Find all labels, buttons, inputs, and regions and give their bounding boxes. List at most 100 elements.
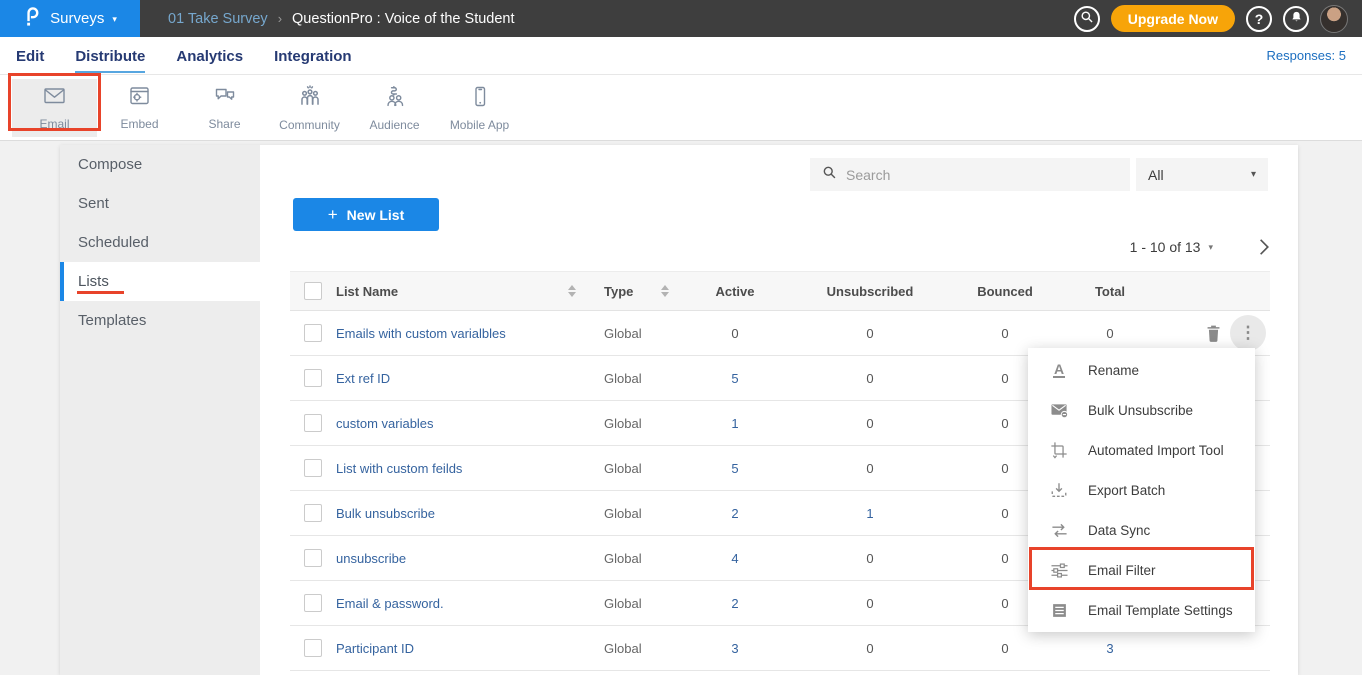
count-value: 0	[1106, 326, 1113, 341]
sort-icon[interactable]	[661, 285, 669, 297]
question-mark-icon: ?	[1255, 11, 1264, 27]
count-value: 0	[1001, 596, 1008, 611]
count-value[interactable]: 2	[731, 506, 738, 521]
sidebar-item-label: Templates	[78, 312, 146, 329]
breadcrumb-survey-link[interactable]: 01 Take Survey	[168, 11, 268, 27]
count-value: 0	[866, 461, 873, 476]
export-batch-icon	[1049, 481, 1069, 499]
menu-item-label: Email Template Settings	[1088, 603, 1233, 618]
row-checkbox[interactable]	[304, 549, 322, 567]
row-checkbox[interactable]	[304, 504, 322, 522]
surveys-menu-button[interactable]: Surveys ▾	[0, 0, 140, 37]
menu-item-bulk-unsubscribe[interactable]: Bulk Unsubscribe	[1028, 390, 1255, 430]
search-icon	[822, 165, 837, 185]
responses-count[interactable]: Responses: 5	[1267, 48, 1347, 63]
help-button[interactable]: ?	[1246, 6, 1272, 32]
survey-nav: Edit Distribute Analytics Integration Respo…	[0, 37, 1362, 75]
menu-item-export-batch[interactable]: Export Batch	[1028, 470, 1255, 510]
list-search-input[interactable]: Search	[810, 158, 1130, 191]
list-name-link[interactable]: Ext ref ID	[336, 371, 390, 386]
next-page-button[interactable]	[1259, 238, 1270, 256]
row-checkbox[interactable]	[304, 414, 322, 432]
list-name-link[interactable]: unsubscribe	[336, 551, 406, 566]
tab-distribute[interactable]: Distribute	[75, 39, 145, 73]
row-checkbox[interactable]	[304, 324, 322, 342]
list-name-link[interactable]: custom variables	[336, 416, 434, 431]
sidebar-item-compose[interactable]: Compose	[60, 145, 260, 184]
sidebar-item-scheduled[interactable]: Scheduled	[60, 223, 260, 262]
count-value[interactable]: 4	[731, 551, 738, 566]
channel-community[interactable]: Community	[267, 79, 352, 137]
count-value: 0	[866, 371, 873, 386]
count-value[interactable]: 5	[731, 371, 738, 386]
embed-icon	[127, 84, 152, 113]
automated-import-icon	[1049, 441, 1069, 459]
menu-item-data-sync[interactable]: Data Sync	[1028, 510, 1255, 550]
column-total: Total	[1060, 284, 1160, 299]
count-value[interactable]: 2	[731, 596, 738, 611]
count-value[interactable]: 1	[731, 416, 738, 431]
search-icon	[1080, 10, 1094, 27]
delete-list-button[interactable]	[1205, 324, 1222, 343]
tab-analytics[interactable]: Analytics	[176, 39, 243, 73]
select-all-checkbox[interactable]	[304, 282, 322, 300]
sidebar-item-templates[interactable]: Templates	[60, 301, 260, 340]
menu-item-rename[interactable]: ARename	[1028, 350, 1255, 390]
pagination-dropdown-caret[interactable]: ▾	[1208, 242, 1213, 253]
count-value: 0	[866, 641, 873, 656]
list-name-link[interactable]: Bulk unsubscribe	[336, 506, 435, 521]
tab-edit[interactable]: Edit	[16, 39, 44, 73]
count-value: 0	[866, 416, 873, 431]
row-more-actions-button[interactable]: ⋮	[1230, 315, 1266, 351]
notifications-button[interactable]	[1283, 6, 1309, 32]
count-value[interactable]: 3	[731, 641, 738, 656]
list-filter-dropdown[interactable]: All ▾	[1136, 158, 1268, 191]
menu-item-email-template-settings[interactable]: Email Template Settings	[1028, 590, 1255, 630]
channel-audience[interactable]: Audience	[352, 79, 437, 137]
upgrade-now-button[interactable]: Upgrade Now	[1111, 5, 1235, 32]
list-name-link[interactable]: Emails with custom varialbles	[336, 326, 506, 341]
column-bounced: Bounced	[950, 284, 1060, 299]
channel-label: Mobile App	[450, 118, 509, 132]
channel-share[interactable]: Share	[182, 79, 267, 137]
count-value[interactable]: 5	[731, 461, 738, 476]
count-value: 0	[1001, 416, 1008, 431]
list-type: Global	[584, 641, 642, 656]
count-value: 0	[1001, 641, 1008, 656]
annotation-lists-underline	[77, 291, 124, 294]
sidebar-item-lists[interactable]: Lists	[60, 262, 260, 301]
count-value[interactable]: 1	[866, 506, 873, 521]
table-row: Participant ID Global 3 0 0 3	[290, 626, 1270, 671]
pagination-range: 1 - 10 of 13	[1130, 239, 1201, 255]
count-value: 0	[866, 596, 873, 611]
row-checkbox[interactable]	[304, 369, 322, 387]
search-button[interactable]	[1074, 6, 1100, 32]
row-checkbox[interactable]	[304, 594, 322, 612]
channel-email[interactable]: Email	[12, 79, 97, 137]
menu-item-automated-import-tool[interactable]: Automated Import Tool	[1028, 430, 1255, 470]
column-active: Active	[680, 284, 790, 299]
list-name-link[interactable]: Email & password.	[336, 596, 444, 611]
pagination: 1 - 10 of 13 ▾	[1030, 235, 1270, 259]
row-checkbox[interactable]	[304, 459, 322, 477]
channel-embed[interactable]: Embed	[97, 79, 182, 137]
tab-integration[interactable]: Integration	[274, 39, 352, 73]
breadcrumb: 01 Take Survey › QuestionPro : Voice of …	[168, 11, 515, 27]
list-name-link[interactable]: List with custom feilds	[336, 461, 462, 476]
sidebar-item-sent[interactable]: Sent	[60, 184, 260, 223]
new-list-button[interactable]: + New List	[293, 198, 439, 231]
channel-mobile-app[interactable]: Mobile App	[437, 79, 522, 137]
sort-icon[interactable]	[568, 285, 576, 297]
email-icon	[41, 84, 68, 113]
list-type: Global	[584, 506, 642, 521]
count-value[interactable]: 3	[1106, 641, 1113, 656]
list-actions-menu: ARenameBulk UnsubscribeAutomated Import …	[1028, 348, 1255, 632]
menu-item-email-filter[interactable]: Email Filter	[1028, 550, 1255, 590]
list-name-link[interactable]: Participant ID	[336, 641, 414, 656]
row-checkbox[interactable]	[304, 639, 322, 657]
user-avatar[interactable]	[1320, 5, 1348, 33]
page-title: QuestionPro : Voice of the Student	[292, 11, 514, 27]
breadcrumb-separator: ›	[278, 11, 282, 26]
count-value: 0	[1001, 551, 1008, 566]
count-value: 0	[1001, 326, 1008, 341]
